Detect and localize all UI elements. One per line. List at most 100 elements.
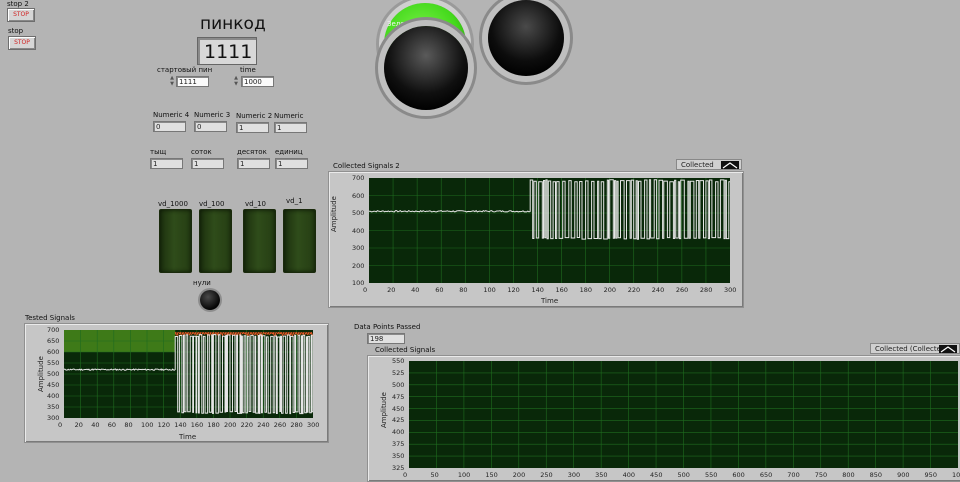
threshold-mark <box>202 331 206 335</box>
zeros-label: нули <box>193 279 211 287</box>
threshold-mark <box>304 331 307 335</box>
x-tick-label: 0 <box>58 421 63 429</box>
x-tick-label: 200 <box>603 286 617 294</box>
numeric4-indicator: 0 <box>153 121 186 132</box>
threshold-mark <box>211 331 214 335</box>
data-points-label: Data Points Passed <box>354 323 421 331</box>
collected2-plot-svg <box>368 178 730 283</box>
threshold-mark <box>222 331 226 335</box>
x-tick-label: 300 <box>724 286 737 294</box>
threshold-mark <box>276 331 279 335</box>
y-tick-label: 350 <box>392 452 405 461</box>
y-tick-label: 350 <box>47 403 60 411</box>
units-indicator: 1 <box>275 158 308 169</box>
threshold-mark <box>252 331 255 335</box>
collected2-legend[interactable]: Collected <box>676 159 742 170</box>
threshold-mark <box>309 331 312 335</box>
y-tick-label: 450 <box>392 404 405 413</box>
vd1000-label: vd_1000 <box>158 200 188 208</box>
threshold-mark <box>284 331 287 336</box>
y-tick-label: 375 <box>392 440 405 449</box>
threshold-mark <box>193 331 196 335</box>
threshold-mark <box>249 331 252 335</box>
legend-line-icon <box>939 345 957 353</box>
vd10-led <box>243 209 276 273</box>
threshold-mark <box>237 332 241 336</box>
x-tick-label: 700 <box>787 471 800 479</box>
collected2-legend-label: Collected <box>681 161 714 169</box>
x-tick-label: 160 <box>555 286 568 294</box>
y-tick-label: 425 <box>392 416 405 425</box>
x-tick-label: 650 <box>759 471 773 479</box>
x-tick-label: 300 <box>567 471 581 479</box>
start-pin-input[interactable]: 1111 <box>176 76 209 87</box>
x-tick-label: 400 <box>622 471 636 479</box>
threshold-mark <box>272 332 275 337</box>
collected-plot-area[interactable] <box>409 361 958 468</box>
y-tick-label: 600 <box>352 191 365 200</box>
threshold-mark <box>244 331 247 336</box>
vd100-label: vd_100 <box>199 200 225 208</box>
threshold-mark <box>214 331 217 335</box>
threshold-mark <box>204 331 207 335</box>
pincode-title: пинкод <box>200 14 266 34</box>
y-tick-label: 400 <box>47 392 60 400</box>
threshold-mark <box>277 331 280 335</box>
vd1-led <box>283 209 316 273</box>
stop2-button[interactable]: STOP <box>7 8 35 22</box>
vd100-led <box>199 209 232 273</box>
y-tick-label: 600 <box>47 348 60 356</box>
x-tick-label: 280 <box>290 421 303 429</box>
y-tick-label: 400 <box>392 428 405 437</box>
hundreds-label: соток <box>191 148 212 156</box>
x-tick-label: 20 <box>387 286 396 294</box>
collected2-ylabel: Amplitude <box>330 196 338 232</box>
threshold-mark <box>201 331 204 335</box>
x-tick-label: 350 <box>595 471 608 479</box>
x-tick-label: 800 <box>842 471 855 479</box>
collected-legend[interactable]: Collected (Collected) <box>870 343 960 354</box>
y-tick-label: 525 <box>392 368 405 377</box>
x-tick-label: 100 <box>141 421 154 429</box>
x-tick-label: 100 <box>457 471 471 479</box>
tested-title: Tested Signals <box>25 314 75 322</box>
start-pin-spinner-icon[interactable]: ▲ ▼ <box>169 75 175 87</box>
time-spinner-icon[interactable]: ▲ ▼ <box>233 75 239 87</box>
threshold-mark <box>290 332 294 337</box>
y-tick-label: 650 <box>47 337 60 345</box>
threshold-mark <box>194 332 197 336</box>
y-tick-label: 475 <box>392 392 405 401</box>
x-tick-label: 200 <box>512 471 526 479</box>
x-tick-label: 120 <box>157 421 171 429</box>
y-tick-label: 100 <box>352 279 365 287</box>
stop-button[interactable]: STOP <box>8 36 36 50</box>
y-tick-label: 550 <box>392 357 405 365</box>
threshold-mark <box>266 331 269 335</box>
stop-label: stop <box>8 27 24 35</box>
x-tick-label: 280 <box>699 286 713 294</box>
stop2-label: stop 2 <box>7 0 29 8</box>
threshold-mark <box>299 331 302 335</box>
y-tick-label: 200 <box>352 261 365 270</box>
x-tick-label: 40 <box>91 421 100 429</box>
collected2-plot-area[interactable] <box>368 178 730 283</box>
x-tick-label: 0 <box>363 286 368 294</box>
vd1000-led <box>159 209 192 273</box>
threshold-mark <box>294 331 297 335</box>
threshold-mark <box>297 331 300 335</box>
x-tick-label: 20 <box>74 421 83 429</box>
x-tick-label: 900 <box>897 471 910 479</box>
threshold-mark <box>267 331 270 336</box>
x-tick-label: 60 <box>107 421 117 429</box>
numeric2-indicator: 1 <box>236 122 269 133</box>
threshold-mark <box>188 332 191 336</box>
x-tick-label: 450 <box>650 471 663 479</box>
tested-plot-area[interactable] <box>63 330 314 418</box>
threshold-mark <box>256 332 259 336</box>
hundreds-indicator: 1 <box>191 158 224 169</box>
time-input[interactable]: 1000 <box>241 76 274 87</box>
collected-title: Collected Signals <box>375 346 436 354</box>
threshold-mark <box>176 332 179 336</box>
x-tick-label: 40 <box>411 286 420 294</box>
y-tick-label: 500 <box>352 209 365 217</box>
